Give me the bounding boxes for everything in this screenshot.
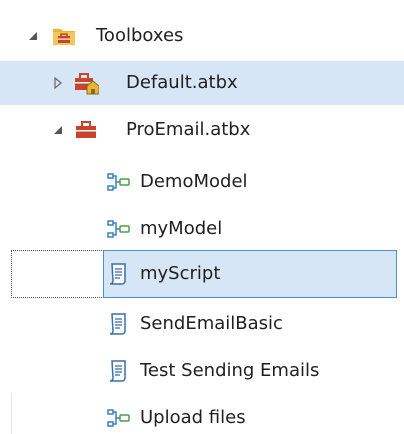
focus-indicator: [11, 250, 104, 298]
expanded-arrow-icon[interactable]: [51, 108, 65, 152]
tree-item-test-sending-emails[interactable]: Test Sending Emails: [0, 349, 404, 393]
script-icon: [104, 302, 132, 346]
tree-item-label: ProEmail.atbx: [126, 119, 251, 140]
toolboxes-folder-icon: [50, 14, 78, 58]
tree-item-myscript[interactable]: myScript: [103, 250, 397, 298]
default-toolbox-icon: [72, 61, 100, 105]
script-icon: [104, 251, 132, 297]
tree-item-toolboxes[interactable]: Toolboxes: [0, 14, 404, 58]
tree-item-label: Upload files: [140, 407, 246, 428]
tree-item-label: Default.atbx: [126, 72, 238, 93]
tree-item-sendemailbasic[interactable]: SendEmailBasic: [0, 302, 404, 346]
tree-item-label: Test Sending Emails: [140, 360, 320, 381]
model-icon: [104, 207, 132, 251]
tree-item-label: Toolboxes: [96, 25, 184, 46]
collapsed-arrow-icon[interactable]: [51, 61, 65, 105]
toolbox-icon: [72, 108, 100, 152]
expanded-arrow-icon[interactable]: [26, 14, 40, 58]
catalog-tree: Toolboxes Default.atbx ProEmail.atbx Dem…: [0, 0, 404, 434]
model-icon: [104, 160, 132, 204]
tree-item-label: myScript: [140, 263, 221, 284]
tree-item-upload-files[interactable]: Upload files: [0, 396, 404, 434]
tree-item-proemail-atbx[interactable]: ProEmail.atbx: [0, 108, 404, 152]
tree-item-default-atbx[interactable]: Default.atbx: [0, 61, 404, 105]
tree-item-demomodel[interactable]: DemoModel: [0, 160, 404, 204]
tree-item-label: DemoModel: [140, 171, 248, 192]
model-icon: [104, 396, 132, 434]
tree-item-label: myModel: [140, 218, 223, 239]
script-icon: [104, 349, 132, 393]
tree-item-label: SendEmailBasic: [140, 313, 283, 334]
tree-item-mymodel[interactable]: myModel: [0, 207, 404, 251]
